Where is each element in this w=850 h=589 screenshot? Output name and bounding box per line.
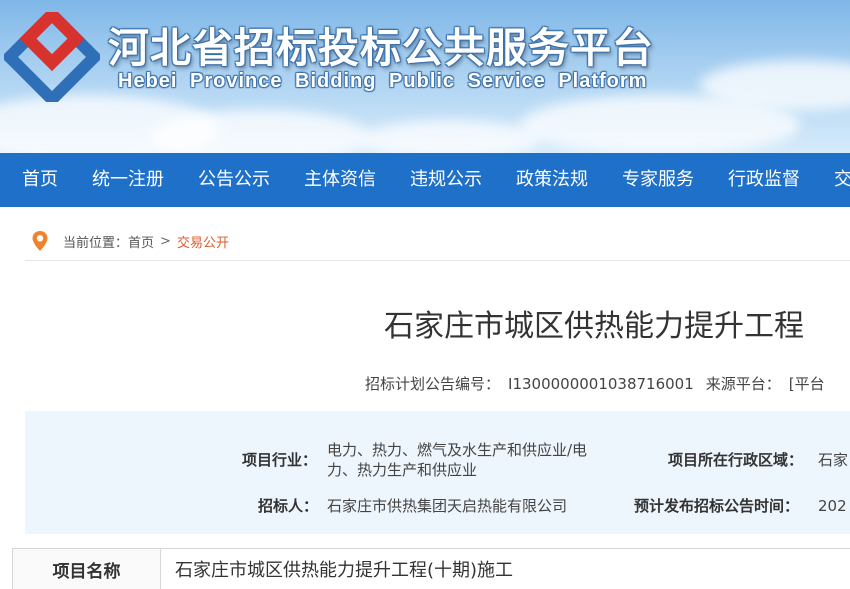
nav-item-home[interactable]: 首页 bbox=[0, 153, 75, 207]
nav-item-credit[interactable]: 主体资信 bbox=[287, 153, 393, 207]
industry-label: 项目行业： bbox=[242, 451, 318, 469]
plan-number-label: 招标计划公告编号： bbox=[365, 375, 501, 393]
breadcrumb-prefix: 当前位置： bbox=[63, 235, 129, 251]
breadcrumb-separator: > bbox=[160, 233, 171, 249]
source-value: [平台 bbox=[788, 375, 825, 393]
nav-item-experts[interactable]: 专家服务 bbox=[605, 153, 711, 207]
table-row: 项目名称 石家庄市城区供热能力提升工程(十期)施工 bbox=[12, 548, 850, 589]
publish-time-value: 202 bbox=[818, 497, 847, 515]
location-pin-icon bbox=[32, 231, 48, 251]
nav-item-announcements[interactable]: 公告公示 bbox=[181, 153, 287, 207]
nav-item-policies[interactable]: 政策法规 bbox=[499, 153, 605, 207]
project-name-header: 项目名称 bbox=[13, 549, 161, 589]
industry-value-line2: 力、热力生产和供应业 bbox=[327, 461, 478, 479]
source-label: 来源平台： bbox=[705, 375, 781, 393]
main-nav: 首页 统一注册 公告公示 主体资信 违规公示 政策法规 专家服务 行政监督 交 bbox=[0, 153, 850, 207]
nav-item-register[interactable]: 统一注册 bbox=[75, 153, 181, 207]
notice-meta: 招标计划公告编号： I1300000001038716001 来源平台： [平台 bbox=[365, 373, 825, 394]
site-title-english: Hebei Province Bidding Public Service Pl… bbox=[118, 70, 648, 92]
nav-item-violations[interactable]: 违规公示 bbox=[393, 153, 499, 207]
region-value: 石家 bbox=[818, 451, 849, 469]
breadcrumb: 当前位置： 首页 > 交易公开 bbox=[25, 222, 850, 261]
tenderer-value: 石家庄市供热集团天启热能有限公司 bbox=[327, 497, 568, 515]
project-info-box: 项目行业： 电力、热力、燃气及水生产和供应业/电 力、热力生产和供应业 项目所在… bbox=[25, 411, 850, 534]
publish-time-label: 预计发布招标公告时间： bbox=[634, 497, 800, 515]
breadcrumb-current[interactable]: 交易公开 bbox=[177, 232, 229, 251]
tenderer-label: 招标人： bbox=[258, 497, 319, 515]
nav-item-supervision[interactable]: 行政监督 bbox=[711, 153, 817, 207]
site-logo-icon[interactable] bbox=[4, 12, 100, 102]
industry-value: 电力、热力、燃气及水生产和供应业/电 力、热力生产和供应业 bbox=[327, 440, 587, 480]
nav-item-trading[interactable]: 交 bbox=[817, 153, 850, 207]
region-label: 项目所在行政区域： bbox=[668, 451, 804, 469]
industry-value-line1: 电力、热力、燃气及水生产和供应业/电 bbox=[327, 441, 588, 459]
site-banner: 河北省招标投标公共服务平台 Hebei Province Bidding Pub… bbox=[0, 0, 850, 153]
project-name-cell: 石家庄市城区供热能力提升工程(十期)施工 bbox=[175, 560, 514, 581]
plan-number-value: I1300000001038716001 bbox=[508, 375, 694, 393]
site-title: 河北省招标投标公共服务平台 bbox=[108, 24, 654, 72]
breadcrumb-home-link[interactable]: 首页 bbox=[128, 232, 154, 251]
notice-title: 石家庄市城区供热能力提升工程 bbox=[384, 309, 804, 344]
